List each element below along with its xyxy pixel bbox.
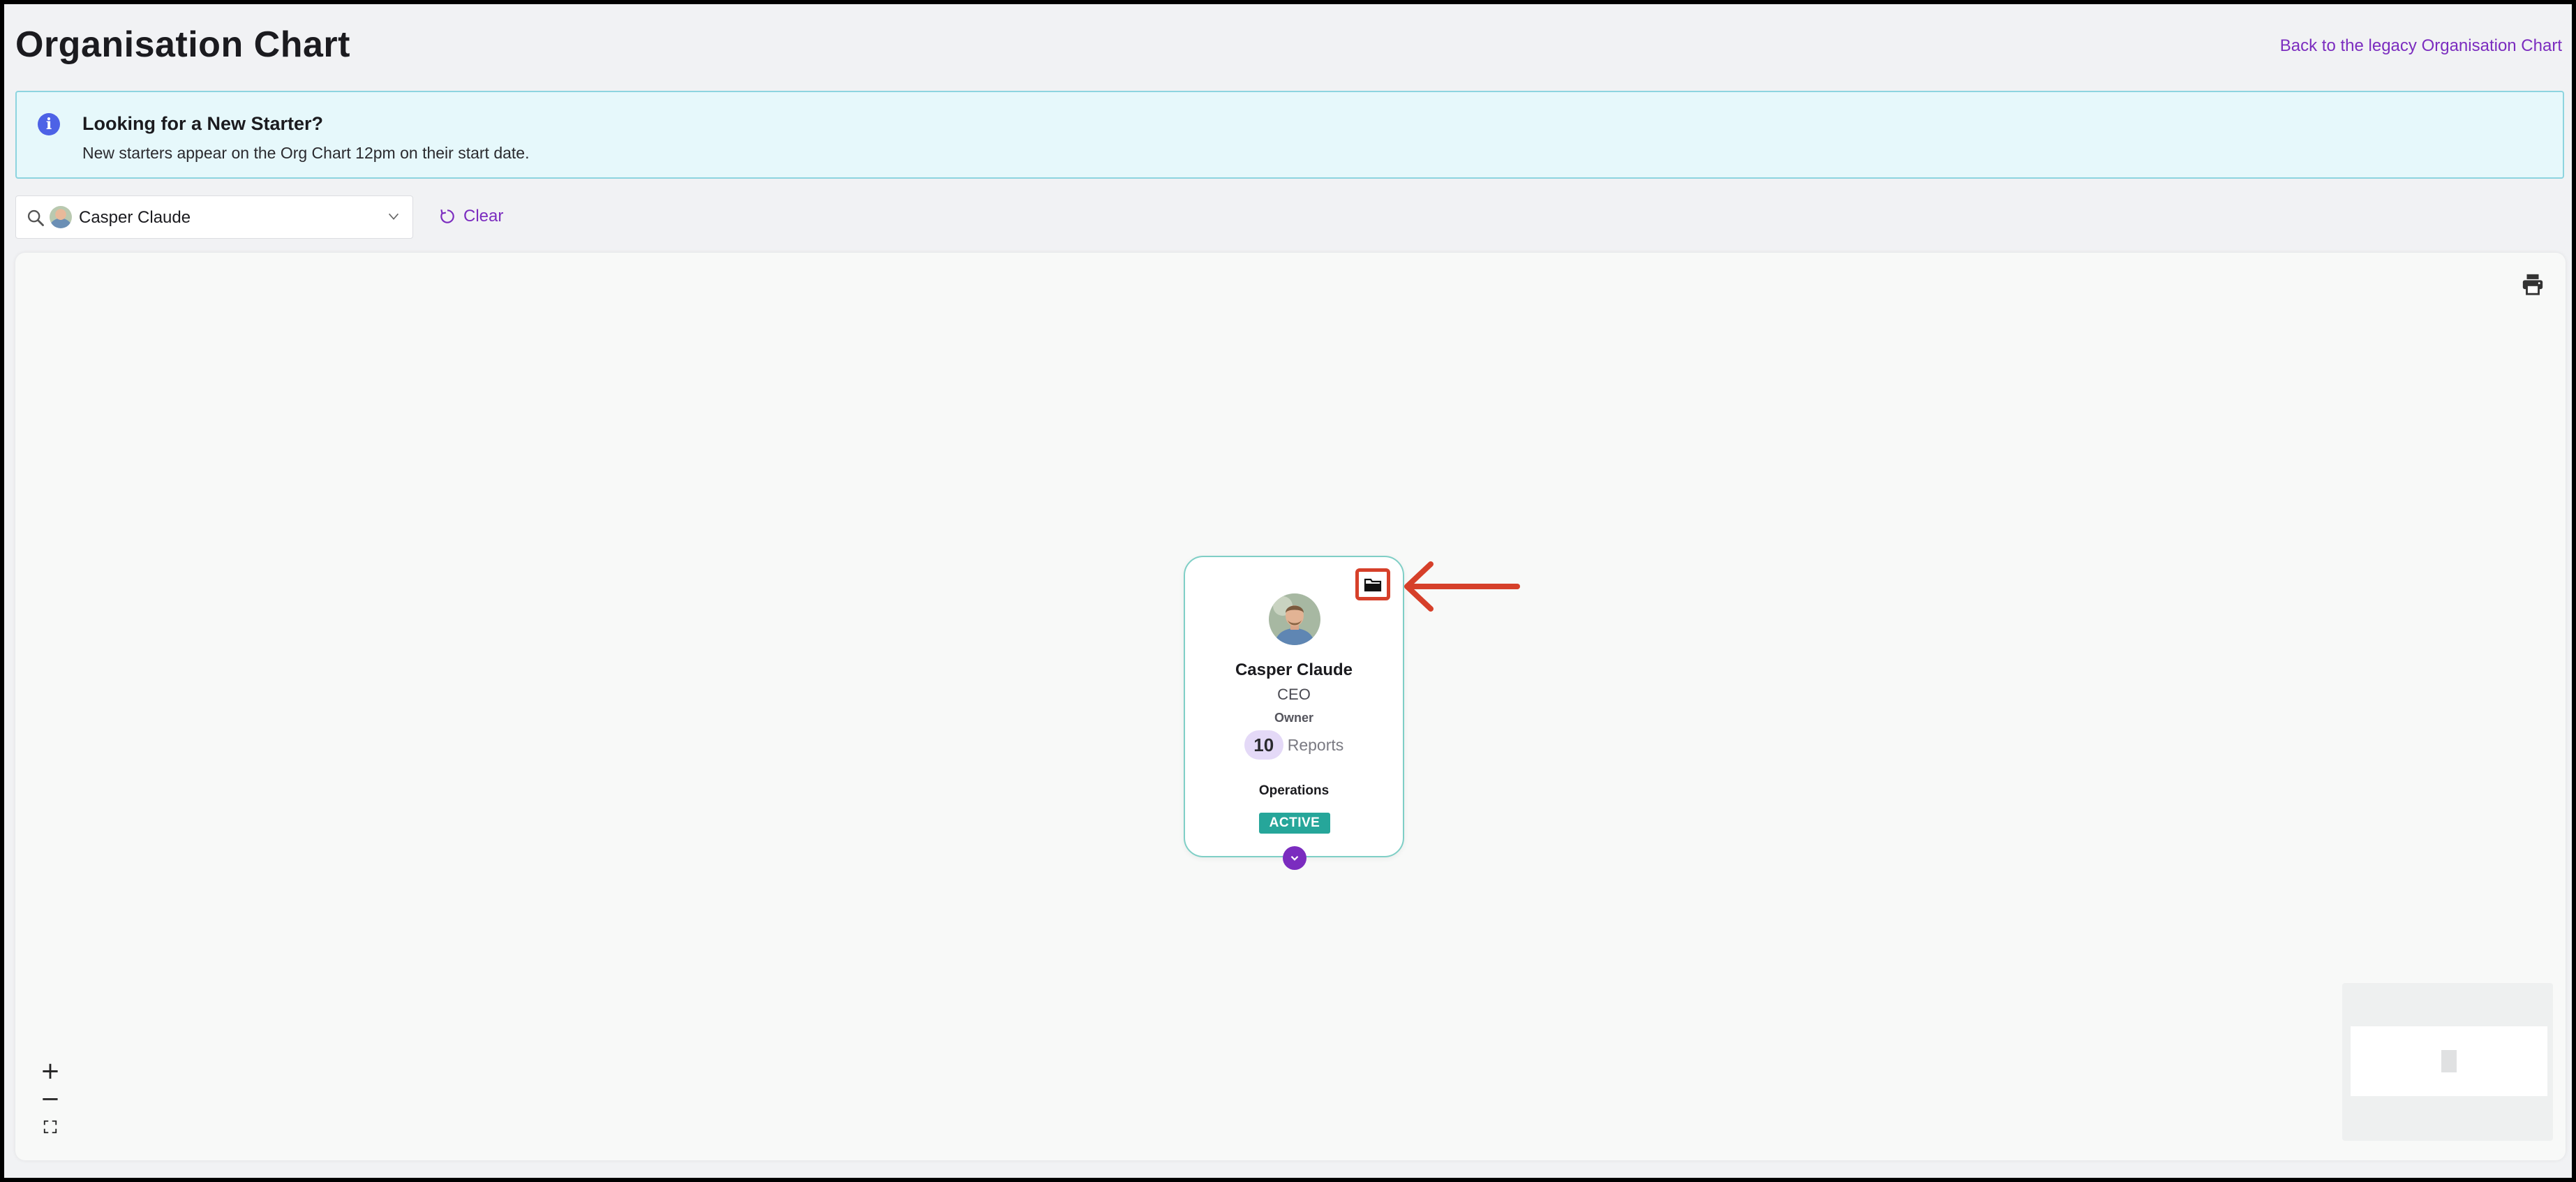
new-starter-banner: i Looking for a New Starter? New starter… xyxy=(15,91,2564,179)
refresh-icon xyxy=(440,209,454,223)
plus-icon: + xyxy=(40,1057,61,1085)
employee-name: Casper Claude xyxy=(1235,660,1353,679)
search-selected-value: Casper Claude xyxy=(79,208,191,227)
selected-employee-avatar xyxy=(50,206,72,228)
print-icon[interactable] xyxy=(2521,272,2545,296)
legacy-org-chart-link[interactable]: Back to the legacy Organisation Chart xyxy=(2280,36,2562,56)
org-chart-canvas[interactable]: Casper Claude CEO Owner 10 Reports Opera… xyxy=(15,253,2566,1160)
fullscreen-icon xyxy=(43,1120,57,1134)
chevron-down-icon xyxy=(1290,855,1299,861)
info-icon: i xyxy=(38,113,60,135)
open-profile-button[interactable] xyxy=(1355,568,1390,600)
employee-permission: Owner xyxy=(1274,711,1313,725)
expand-reports-button[interactable] xyxy=(1283,846,1306,870)
annotation-arrow xyxy=(1404,561,1520,612)
search-icon xyxy=(27,209,44,226)
employee-avatar xyxy=(1269,593,1320,645)
zoom-out-button[interactable]: − xyxy=(33,1085,67,1113)
folder-icon xyxy=(1364,578,1382,592)
chevron-down-icon[interactable] xyxy=(386,209,401,224)
status-badge: ACTIVE xyxy=(1259,813,1330,834)
clear-button-label: Clear xyxy=(463,207,504,226)
reports-summary: 10 Reports xyxy=(1185,730,1403,760)
app-frame: Organisation Chart Back to the legacy Or… xyxy=(4,4,2572,1178)
minus-icon: − xyxy=(40,1085,61,1113)
zoom-controls: + − xyxy=(33,1057,67,1141)
minimap-node xyxy=(2441,1050,2457,1072)
zoom-in-button[interactable]: + xyxy=(33,1057,67,1085)
employee-department: Operations xyxy=(1258,783,1330,798)
employee-card[interactable]: Casper Claude CEO Owner 10 Reports Opera… xyxy=(1184,556,1404,870)
reports-count-badge: 10 xyxy=(1244,730,1283,760)
reports-label: Reports xyxy=(1287,735,1344,754)
minimap[interactable] xyxy=(2342,983,2553,1141)
fit-view-button[interactable] xyxy=(33,1113,67,1141)
employee-role: CEO xyxy=(1277,686,1311,703)
employee-search-select[interactable]: Casper Claude xyxy=(15,195,413,239)
clear-button[interactable]: Clear xyxy=(438,207,503,226)
banner-text: New starters appear on the Org Chart 12p… xyxy=(82,144,530,162)
banner-title: Looking for a New Starter? xyxy=(82,113,324,134)
page-title: Organisation Chart xyxy=(15,24,350,65)
